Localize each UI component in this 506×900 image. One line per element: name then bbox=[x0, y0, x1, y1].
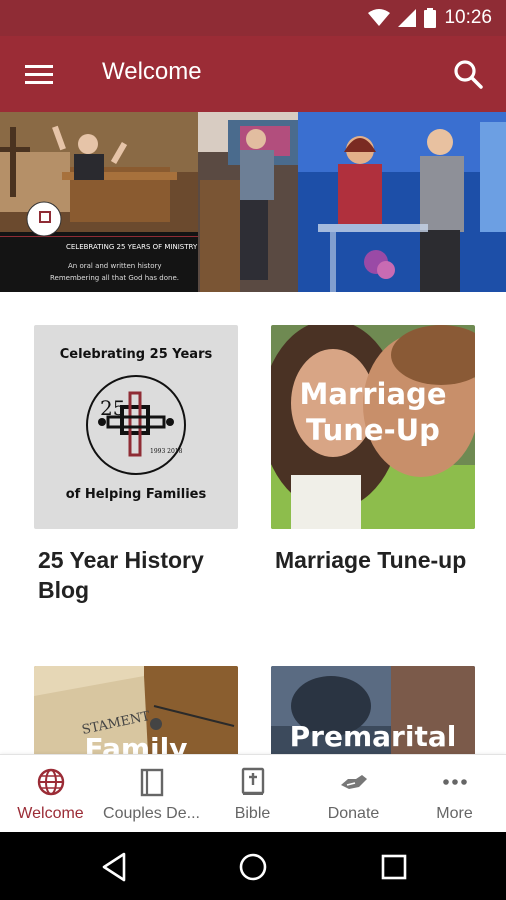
content-grid: Celebrating 25 Years 25 1993 2018 of Hel… bbox=[0, 292, 506, 754]
nav-welcome[interactable]: Welcome bbox=[0, 755, 101, 833]
home-icon[interactable] bbox=[236, 850, 270, 884]
card-thumb-title-1: Premarital bbox=[289, 720, 457, 753]
app-bar: Welcome bbox=[0, 36, 506, 112]
nav-label: More bbox=[436, 805, 473, 822]
nav-label: Donate bbox=[327, 805, 380, 822]
hero-image: CELEBRATING 25 YEARS OF MINISTRY An oral… bbox=[0, 112, 506, 292]
card-premarital[interactable]: Premarital bbox=[271, 666, 475, 754]
card-label: Marriage Tune-up bbox=[275, 547, 467, 573]
back-icon[interactable] bbox=[97, 850, 131, 884]
card-thumb-title-2: Tune-Up bbox=[306, 413, 440, 447]
card-thumbnail: Premarital bbox=[271, 666, 475, 754]
globe-icon bbox=[37, 768, 64, 796]
hero-banner[interactable]: CELEBRATING 25 YEARS OF MINISTRY An oral… bbox=[0, 112, 506, 292]
card-thumb-bottom-text: of Helping Families bbox=[65, 487, 207, 502]
wifi-icon bbox=[368, 9, 391, 26]
card-marriage-tune-up[interactable]: Marriage Tune-Up Marriage Tune-up bbox=[271, 325, 475, 575]
nav-label: Welcome bbox=[17, 805, 84, 822]
nav-donate[interactable]: Donate bbox=[303, 755, 404, 833]
book-outline-icon bbox=[140, 768, 163, 797]
card-thumb-top-text: Celebrating 25 Years bbox=[59, 347, 213, 362]
card-thumbnail: Marriage Tune-Up bbox=[271, 325, 475, 529]
search-icon[interactable] bbox=[452, 58, 484, 90]
menu-icon[interactable] bbox=[24, 60, 54, 88]
status-bar: 10:26 bbox=[0, 0, 506, 36]
card-family[interactable]: STAMENT Family bbox=[34, 666, 238, 754]
card-25-year-history[interactable]: Celebrating 25 Years 25 1993 2018 of Hel… bbox=[34, 325, 238, 605]
more-dots-icon bbox=[442, 779, 467, 785]
hero-banner-line2: An oral and written history bbox=[68, 262, 162, 270]
nav-label: Bible bbox=[234, 805, 271, 822]
bottom-navigation: Welcome Couples De... Bible Donate More bbox=[0, 754, 506, 833]
system-navigation-bar bbox=[0, 832, 506, 900]
nav-label: Couples De... bbox=[103, 805, 200, 822]
card-thumb-title-1: Family bbox=[84, 732, 188, 754]
card-thumbnail: Celebrating 25 Years 25 1993 2018 of Hel… bbox=[34, 325, 238, 529]
clock: 10:26 bbox=[444, 7, 492, 28]
recents-icon[interactable] bbox=[377, 850, 411, 884]
anniversary-logo: 25 1993 2018 bbox=[86, 375, 186, 475]
bible-icon bbox=[241, 767, 264, 795]
logo-years: 1993 2018 bbox=[150, 448, 183, 455]
card-thumb-title-1: Marriage bbox=[299, 377, 447, 411]
nav-more[interactable]: More bbox=[404, 755, 505, 833]
page-title: Welcome bbox=[102, 58, 202, 85]
hero-banner-line1: CELEBRATING 25 YEARS OF MINISTRY bbox=[66, 243, 198, 251]
nav-bible[interactable]: Bible bbox=[202, 755, 303, 833]
hero-banner-line3: Remembering all that God has done. bbox=[50, 274, 179, 282]
handshake-icon bbox=[340, 775, 367, 789]
battery-icon bbox=[424, 8, 437, 28]
card-label: 25 Year History Blog bbox=[38, 547, 204, 603]
signal-icon bbox=[398, 9, 417, 27]
nav-couples-devotional[interactable]: Couples De... bbox=[101, 755, 202, 833]
card-thumbnail: STAMENT Family bbox=[34, 666, 238, 754]
